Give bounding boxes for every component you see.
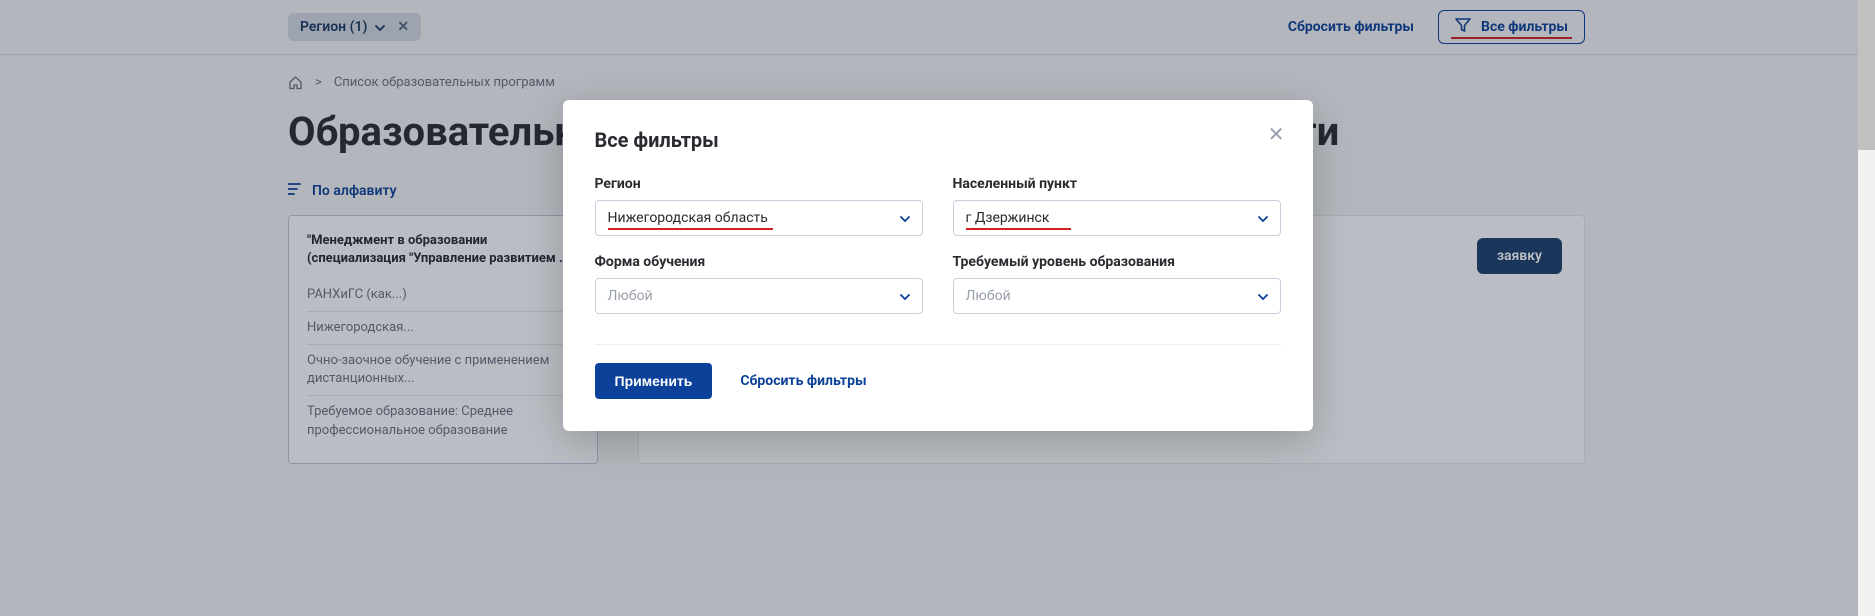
apply-filters-button[interactable]: Применить [595, 363, 713, 399]
format-label: Форма обучения [595, 254, 923, 270]
format-select-placeholder: Любой [608, 288, 653, 304]
region-select-value: Нижегородская область [608, 210, 768, 226]
region-select[interactable]: Нижегородская область [595, 200, 923, 236]
reset-filters-link[interactable]: Сбросить фильтры [740, 373, 866, 389]
region-field-group: Регион Нижегородская область [595, 176, 923, 236]
education-field-group: Требуемый уровень образования Любой [953, 254, 1281, 314]
education-select[interactable]: Любой [953, 278, 1281, 314]
city-label: Населенный пункт [953, 176, 1281, 192]
education-select-placeholder: Любой [966, 288, 1011, 304]
scrollbar-track[interactable] [1858, 0, 1875, 616]
format-field-group: Форма обучения Любой [595, 254, 923, 314]
city-field-group: Населенный пункт г Дзержинск [953, 176, 1281, 236]
modal-footer: Применить Сбросить фильтры [595, 363, 1281, 399]
close-icon: ✕ [1268, 122, 1285, 146]
format-select[interactable]: Любой [595, 278, 923, 314]
annotation-underline [608, 228, 773, 230]
city-select-value: г Дзержинск [966, 210, 1050, 226]
chevron-down-icon [900, 288, 910, 304]
modal-divider [595, 344, 1281, 345]
modal-title: Все фильтры [595, 128, 1281, 152]
chevron-down-icon [1258, 288, 1268, 304]
region-label: Регион [595, 176, 923, 192]
chevron-down-icon [1258, 210, 1268, 226]
education-label: Требуемый уровень образования [953, 254, 1281, 270]
modal-overlay[interactable]: Все фильтры ✕ Регион Нижегородская облас… [0, 0, 1875, 616]
scrollbar-thumb[interactable] [1858, 0, 1875, 150]
modal-form-grid: Регион Нижегородская область Населенный … [595, 176, 1281, 314]
chevron-down-icon [900, 210, 910, 226]
modal-close-button[interactable]: ✕ [1268, 122, 1285, 146]
annotation-underline [966, 228, 1071, 230]
city-select[interactable]: г Дзержинск [953, 200, 1281, 236]
all-filters-modal: Все фильтры ✕ Регион Нижегородская облас… [563, 100, 1313, 431]
